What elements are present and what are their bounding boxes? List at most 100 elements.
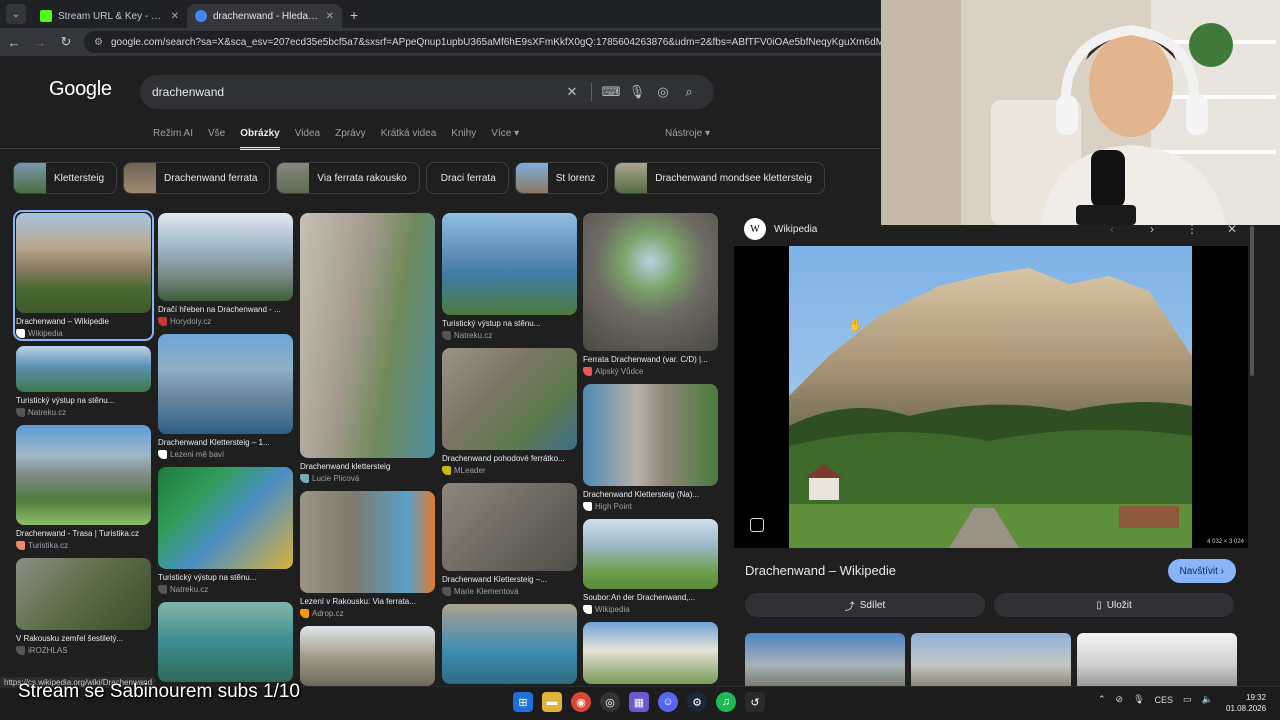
spotify-icon[interactable]: ♫ — [716, 692, 736, 712]
tab-all[interactable]: Vše — [208, 128, 225, 150]
result-card[interactable]: Turistický výstup na stěnu... Natreku.cz — [442, 213, 577, 340]
clear-icon[interactable]: ✕ — [559, 84, 585, 100]
tab-short-videos[interactable]: Krátká videa — [381, 128, 437, 150]
result-image[interactable] — [442, 604, 577, 684]
result-image[interactable] — [583, 519, 718, 589]
tab-news[interactable]: Zprávy — [335, 128, 366, 150]
result-image[interactable] — [16, 346, 151, 392]
monitor-icon[interactable]: ▭ — [1183, 694, 1192, 705]
source-name[interactable]: Wikipedia — [774, 224, 1088, 235]
related-image[interactable] — [1077, 633, 1237, 686]
site-info-icon[interactable]: ⚙ — [94, 37, 103, 48]
chip[interactable]: Drachenwand ferrata — [123, 162, 271, 194]
chip[interactable]: Klettersteig — [13, 162, 118, 194]
result-card[interactable]: Drachenwand - Trasa | Turistika.cz Turis… — [16, 425, 151, 550]
result-card[interactable]: Drachenwand klettersteig Lucie Plicová — [300, 213, 435, 483]
result-image[interactable] — [583, 213, 718, 351]
tab-books[interactable]: Knihy — [451, 128, 476, 150]
result-caption[interactable]: Drachenwand Klettersteig – 1... — [158, 438, 293, 447]
keyboard-icon[interactable]: ⌨ — [598, 84, 624, 100]
result-image[interactable] — [583, 622, 718, 684]
forward-icon[interactable]: → — [32, 35, 48, 50]
result-card[interactable]: V Rakousku zemřel šestiletý... iROZHLAS — [16, 558, 151, 655]
browser-tab-google[interactable]: drachenwand - Hledat Googlem ✕ — [187, 4, 342, 28]
tab-more[interactable]: Více ▾ — [491, 128, 519, 150]
result-card[interactable] — [158, 602, 293, 682]
tab-videos[interactable]: Videa — [295, 128, 320, 150]
obs-icon[interactable]: ◎ — [600, 692, 620, 712]
result-caption[interactable]: Drachenwand klettersteig — [300, 462, 435, 471]
result-caption[interactable]: Turistický výstup na stěnu... — [442, 319, 577, 328]
result-card[interactable]: Lezení v Rakousku: Via ferrata... Adrop.… — [300, 491, 435, 618]
related-image[interactable] — [745, 633, 905, 686]
scrollbar[interactable] — [1250, 226, 1254, 376]
result-image[interactable] — [442, 348, 577, 450]
close-icon[interactable]: ✕ — [171, 11, 179, 22]
file-explorer-icon[interactable]: ▬ — [542, 692, 562, 712]
result-image[interactable] — [300, 626, 435, 686]
result-caption[interactable]: Turistický výstup na stěnu... — [16, 396, 151, 405]
language-indicator[interactable]: CES — [1155, 695, 1174, 705]
reload-icon[interactable]: ↻ — [58, 34, 74, 50]
result-image[interactable] — [158, 334, 293, 434]
volume-icon[interactable]: 🔈 — [1202, 694, 1213, 705]
result-caption[interactable]: Soubor:An der Drachenwand,... — [583, 593, 718, 602]
network-icon[interactable]: ⊘ — [1116, 694, 1124, 705]
result-image[interactable] — [442, 483, 577, 571]
result-image[interactable] — [16, 213, 151, 313]
windows-start-icon[interactable]: ⊞ — [513, 692, 533, 712]
new-tab-icon[interactable]: + — [350, 7, 358, 23]
chevron-up-icon[interactable]: ⌃ — [1098, 694, 1106, 705]
tab-images[interactable]: Obrázky — [240, 128, 280, 150]
discord-icon[interactable]: ☺ — [658, 692, 678, 712]
close-icon[interactable]: ✕ — [326, 11, 334, 22]
result-image[interactable] — [300, 491, 435, 593]
app-icon[interactable]: ↺ — [745, 692, 765, 712]
share-button[interactable]: ⤴ Sdílet — [745, 593, 985, 617]
result-card[interactable]: Turistický výstup na stěnu... Natreku.cz — [16, 346, 151, 417]
result-card[interactable] — [583, 622, 718, 684]
save-button[interactable]: ▯ Uložit — [994, 593, 1234, 617]
search-box[interactable]: drachenwand ✕ ⌨ 🎙 ◎ ⌕ — [140, 75, 714, 109]
result-card[interactable]: Drachenwand pohodové ferrátko... MLeader — [442, 348, 577, 475]
chip[interactable]: Draci ferrata — [425, 162, 509, 194]
chip[interactable]: St lorenz — [514, 162, 609, 194]
result-card[interactable]: Drachenwand Klettersteig –... Marie Klem… — [442, 483, 577, 596]
result-caption[interactable]: Turistický výstup na stěnu... — [158, 573, 293, 582]
google-logo[interactable]: Google — [49, 78, 112, 101]
preview-image[interactable] — [789, 246, 1192, 548]
result-card[interactable]: Turistický výstup na stěnu... Natreku.cz — [158, 467, 293, 594]
result-caption[interactable]: Dračí hřeben na Drachenwand - ... — [158, 305, 293, 314]
result-caption[interactable]: Drachenwand Klettersteig –... — [442, 575, 577, 584]
back-icon[interactable]: ← — [6, 35, 22, 50]
mic-icon[interactable]: 🎙 — [624, 84, 650, 100]
result-image[interactable] — [583, 384, 718, 486]
lens-icon[interactable]: ◎ — [650, 84, 676, 100]
preview-title[interactable]: Drachenwand – Wikipedie — [745, 563, 896, 578]
tab-search-button[interactable]: ⌄ — [6, 4, 26, 24]
result-card[interactable]: Drachenwand Klettersteig (Na)... High Po… — [583, 384, 718, 511]
lens-icon[interactable] — [750, 518, 764, 532]
result-card[interactable]: Drachenwand Klettersteig – 1... Lezeni m… — [158, 334, 293, 459]
result-image[interactable] — [16, 558, 151, 630]
result-caption[interactable]: Ferrata Drachenwand (var. C/D) |... — [583, 355, 718, 364]
result-image[interactable] — [300, 213, 435, 458]
result-caption[interactable]: Drachenwand pohodové ferrátko... — [442, 454, 577, 463]
related-image[interactable] — [911, 633, 1071, 686]
chip[interactable]: Via ferrata rakousko — [276, 162, 420, 194]
mic-icon[interactable]: 🎙 — [1133, 694, 1144, 705]
search-icon[interactable]: ⌕ — [676, 84, 702, 100]
result-image[interactable] — [16, 425, 151, 525]
browser-tab-kick[interactable]: Stream URL & Key - Kick Dashb ✕ — [32, 4, 187, 28]
result-caption[interactable]: Drachenwand Klettersteig (Na)... — [583, 490, 718, 499]
result-image[interactable] — [158, 213, 293, 301]
result-caption[interactable]: Lezení v Rakousku: Via ferrata... — [300, 597, 435, 606]
result-image[interactable] — [442, 213, 577, 315]
chrome-icon[interactable]: ◉ — [571, 692, 591, 712]
result-image[interactable] — [158, 602, 293, 682]
result-caption[interactable]: Drachenwand – Wikipedie — [16, 317, 151, 326]
taskbar-clock[interactable]: 19:32 01.08.2026 — [1226, 692, 1266, 714]
result-card[interactable]: Dračí hřeben na Drachenwand - ... Horydo… — [158, 213, 293, 326]
visit-button[interactable]: Navštívit › — [1167, 559, 1236, 583]
result-caption[interactable]: V Rakousku zemřel šestiletý... — [16, 634, 151, 643]
